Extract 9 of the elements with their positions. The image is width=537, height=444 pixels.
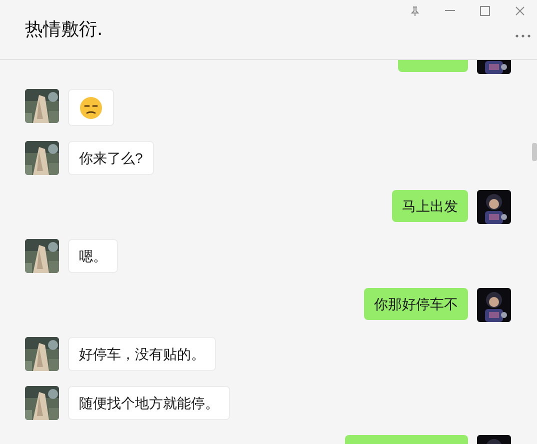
message-bubble: 你那好停车不 [364, 288, 468, 320]
message-bubble: 马上出发 [392, 190, 468, 222]
message-bubble: 你来了么? [68, 141, 154, 175]
scrollbar-thumb[interactable] [532, 143, 537, 161]
unamused-face-icon [79, 96, 103, 120]
message-bubble: 好停车，没有贴的。 [68, 337, 216, 371]
message-bubble: 嗯。 [68, 239, 118, 273]
window-title: 热情敷衍. [25, 18, 103, 42]
message-bubble: 随便找个地方就能停。 [68, 386, 230, 420]
